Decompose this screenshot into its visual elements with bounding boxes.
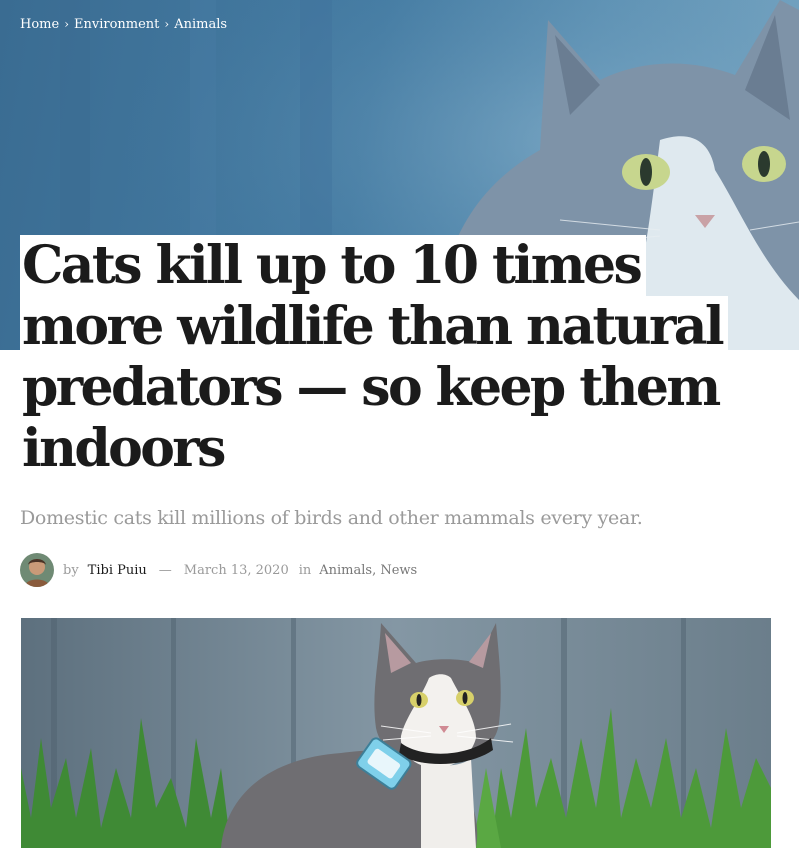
breadcrumb-separator: › (164, 17, 170, 31)
author-avatar[interactable] (20, 553, 54, 587)
meta-dash: — (158, 562, 172, 578)
category-link-news[interactable]: News (380, 563, 417, 578)
breadcrumb-separator: › (64, 17, 69, 31)
article-title-text: Cats kill up to 10 times more wildlife t… (20, 235, 728, 479)
author-avatar-image (20, 553, 54, 587)
category-link-animals[interactable]: Animals (319, 563, 372, 578)
author-link[interactable]: Tibi Puiu (88, 563, 147, 578)
breadcrumb-home[interactable]: Home (20, 17, 59, 32)
category-separator: , (372, 562, 377, 578)
breadcrumb-environment[interactable]: Environment (74, 17, 159, 32)
featured-image (21, 618, 771, 848)
publish-date: March 13, 2020 (183, 562, 289, 578)
breadcrumb: Home › Environment › Animals (20, 17, 227, 32)
meta-in: in (298, 562, 312, 578)
meta-by: by (63, 562, 79, 578)
article-title: Cats kill up to 10 times more wildlife t… (20, 235, 780, 479)
featured-cat-illustration (21, 618, 771, 848)
article-meta: by Tibi Puiu — March 13, 2020 in Animals… (20, 552, 417, 588)
article-subtitle: Domestic cats kill millions of birds and… (20, 507, 643, 529)
breadcrumb-animals[interactable]: Animals (174, 17, 227, 32)
